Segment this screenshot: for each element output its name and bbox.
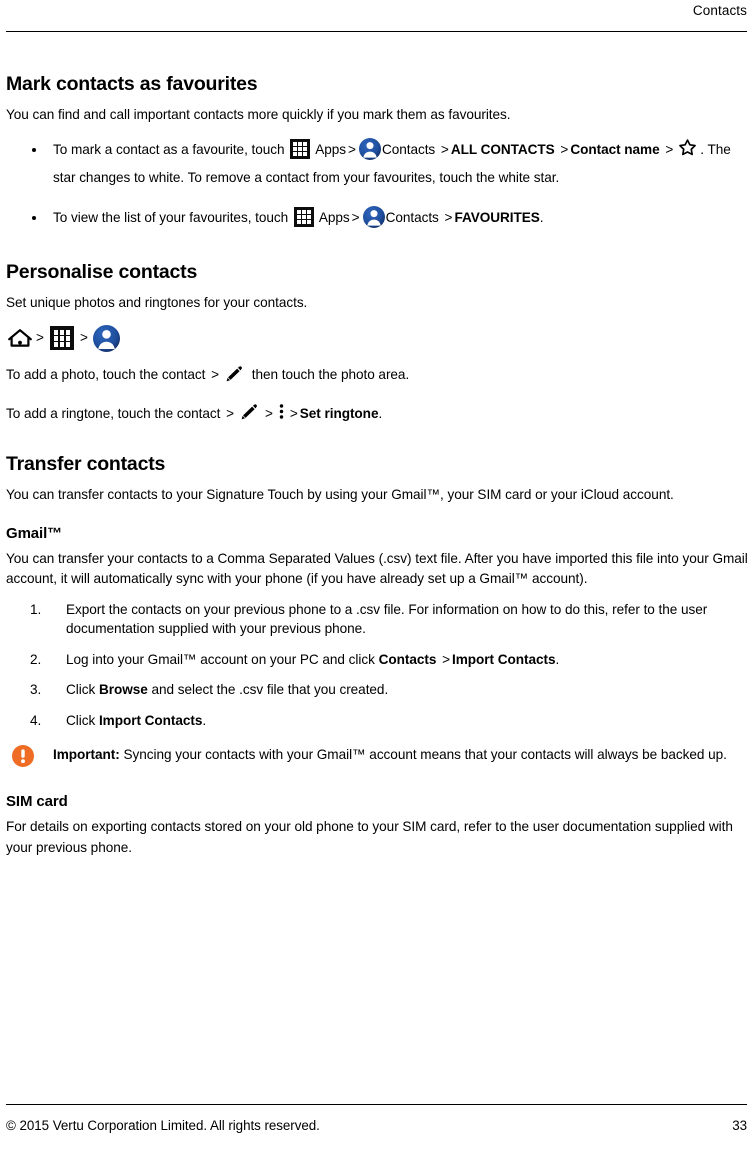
list-item: 1. Export the contacts on your previous … <box>6 600 749 639</box>
period: . <box>539 209 544 225</box>
heading-mark-contacts-as-favourites: Mark contacts as favourites <box>6 73 258 95</box>
bullet-1-text-part1: To mark a contact as a favourite, touch <box>53 141 285 157</box>
page-content: Mark contacts as favourites You can find… <box>6 72 749 868</box>
step-number: 3. <box>30 682 42 697</box>
list-item: 2. Log into your Gmail™ account on your … <box>6 650 749 670</box>
favourites-tab-label[interactable]: FAVOURITES <box>454 210 539 225</box>
period: . <box>202 712 207 728</box>
paragraph-add-photo: To add a photo, touch the contact > then… <box>6 365 749 386</box>
period: . <box>555 651 560 667</box>
path-separator: > <box>444 209 453 225</box>
step-text-pre: Click <box>66 682 96 697</box>
import-contacts-menu-label[interactable]: Import Contacts <box>452 652 556 667</box>
path-separator: > <box>440 141 449 157</box>
contact-name-label: Contact name <box>570 141 660 157</box>
step-number: 4. <box>30 712 42 728</box>
path-separator: > <box>211 367 220 382</box>
star-icon[interactable] <box>678 138 697 157</box>
gmail-steps-list: 1. Export the contacts on your previous … <box>6 600 749 731</box>
path-separator: > <box>289 405 298 421</box>
path-separator: > <box>264 405 273 421</box>
step-text-pre: Click <box>66 712 96 728</box>
copyright-notice: © 2015 Vertu Corporation Limited. All ri… <box>6 1118 320 1133</box>
paragraph-add-ringtone: To add a ringtone, touch the contact > >… <box>6 404 749 425</box>
apps-icon[interactable] <box>293 206 314 227</box>
contacts-icon[interactable] <box>362 205 385 228</box>
path-separator: > <box>351 209 360 225</box>
contacts-menu-label[interactable]: Contacts <box>379 652 437 667</box>
pencil-edit-icon[interactable] <box>240 402 259 421</box>
overflow-menu-icon[interactable] <box>278 402 285 421</box>
paragraph-favourites-intro: You can find and call important contacts… <box>6 107 511 122</box>
period: . <box>378 405 383 421</box>
important-callout-text: Important: Syncing your contacts with yo… <box>53 744 749 765</box>
path-separator: > <box>442 651 450 667</box>
path-separator: > <box>226 405 234 421</box>
running-head: Contacts <box>692 3 747 18</box>
list-item: 4. Click Import Contacts. <box>6 711 749 731</box>
step-number: 1. <box>30 601 42 617</box>
document-page: Contacts Mark contacts as favourites You… <box>0 0 755 1162</box>
bullet-dot <box>32 215 36 220</box>
browse-button-label[interactable]: Browse <box>99 682 148 697</box>
apps-label: Apps <box>315 141 347 157</box>
list-item: 3. Click Browse and select the .csv file… <box>6 680 749 700</box>
pencil-edit-icon[interactable] <box>225 364 244 383</box>
home-icon[interactable] <box>7 327 32 348</box>
step-text-pre: Log into your Gmail™ account on your PC … <box>66 651 375 667</box>
contacts-label: Contacts <box>385 209 439 225</box>
header-divider <box>6 31 747 32</box>
import-contacts-button-label[interactable]: Import Contacts <box>99 713 203 728</box>
step-text: Export the contacts on your previous pho… <box>66 601 708 637</box>
paragraph-personalise-intro: Set unique photos and ringtones for your… <box>6 294 308 310</box>
page-number: 33 <box>732 1118 747 1133</box>
all-contacts-tab-label[interactable]: ALL CONTACTS <box>451 142 555 157</box>
list-item: To mark a contact as a favourite, touch … <box>6 136 749 192</box>
path-separator: > <box>36 330 44 345</box>
list-item: To view the list of your favourites, tou… <box>6 204 749 232</box>
heading-transfer-contacts: Transfer contacts <box>6 453 166 475</box>
paragraph-transfer-intro: You can transfer contacts to your Signat… <box>6 487 674 502</box>
add-photo-text-part2: then touch the photo area. <box>251 367 410 382</box>
paragraph-sim-card: For details on exporting contacts stored… <box>6 819 733 855</box>
footer-divider <box>6 1104 747 1105</box>
bullet-2-text-part1: To view the list of your favourites, tou… <box>53 209 289 225</box>
favourites-bullet-list: To mark a contact as a favourite, touch … <box>6 136 749 232</box>
step-text-post: and select the .csv file that you create… <box>151 682 389 697</box>
step-number: 2. <box>30 651 42 667</box>
path-separator: > <box>560 141 569 157</box>
important-warning-icon <box>12 745 34 767</box>
contacts-icon[interactable] <box>92 324 120 352</box>
set-ringtone-menu-label[interactable]: Set ringtone <box>300 406 379 421</box>
apps-icon[interactable] <box>290 138 311 159</box>
contacts-icon[interactable] <box>358 137 381 160</box>
bullet-dot <box>32 147 36 152</box>
heading-sim-card: SIM card <box>6 793 68 810</box>
important-callout: Important: Syncing your contacts with yo… <box>6 744 749 774</box>
page-footer: © 2015 Vertu Corporation Limited. All ri… <box>6 1104 747 1150</box>
path-separator: > <box>79 330 88 345</box>
navigation-path-row: > > <box>6 323 749 353</box>
add-ringtone-text-part1: To add a ringtone, touch the contact <box>6 405 221 421</box>
important-label: Important: <box>53 747 120 762</box>
heading-gmail: Gmail™ <box>6 524 63 542</box>
important-body: Syncing your contacts with your Gmail™ a… <box>123 747 727 762</box>
apps-label: Apps <box>318 209 350 225</box>
heading-personalise-contacts: Personalise contacts <box>6 260 198 283</box>
path-separator: > <box>665 141 674 157</box>
apps-icon[interactable] <box>49 326 74 351</box>
path-separator: > <box>348 141 356 157</box>
paragraph-gmail-intro: You can transfer your contacts to a Comm… <box>6 550 748 587</box>
add-photo-text-part1: To add a photo, touch the contact <box>6 367 206 382</box>
contacts-label: Contacts <box>381 141 436 157</box>
page-header: Contacts <box>6 0 747 40</box>
